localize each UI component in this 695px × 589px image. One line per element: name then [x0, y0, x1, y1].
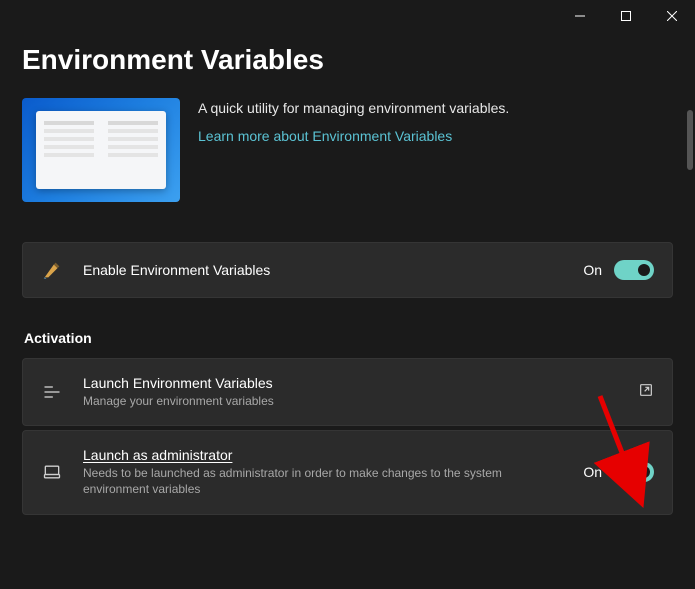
- launch-card[interactable]: Launch Environment Variables Manage your…: [22, 358, 673, 426]
- titlebar: [0, 0, 695, 32]
- close-button[interactable]: [649, 0, 695, 32]
- hero-description: A quick utility for managing environment…: [198, 100, 509, 116]
- admin-icon: [41, 461, 63, 483]
- enable-title: Enable Environment Variables: [83, 262, 563, 278]
- launch-icon: [41, 381, 63, 403]
- enable-toggle[interactable]: [614, 260, 654, 280]
- enable-card: Enable Environment Variables On: [22, 242, 673, 298]
- section-activation-label: Activation: [24, 330, 673, 346]
- maximize-button[interactable]: [603, 0, 649, 32]
- external-link-icon[interactable]: [638, 382, 654, 403]
- admin-state-label: On: [583, 464, 602, 480]
- content-area: Environment Variables A quick utility fo…: [0, 32, 695, 589]
- launch-subtitle: Manage your environment variables: [83, 393, 618, 409]
- env-var-icon: [41, 259, 63, 281]
- launch-title: Launch Environment Variables: [83, 375, 618, 391]
- hero-image: [22, 98, 180, 202]
- admin-subtitle: Needs to be launched as administrator in…: [83, 465, 563, 497]
- scrollbar[interactable]: [687, 110, 693, 170]
- admin-title: Launch as administrator: [83, 447, 563, 463]
- learn-more-link[interactable]: Learn more about Environment Variables: [198, 128, 452, 144]
- page-title: Environment Variables: [22, 44, 673, 76]
- enable-state-label: On: [583, 262, 602, 278]
- admin-toggle[interactable]: [614, 462, 654, 482]
- minimize-button[interactable]: [557, 0, 603, 32]
- hero-section: A quick utility for managing environment…: [22, 98, 673, 202]
- admin-card: Launch as administrator Needs to be laun…: [22, 430, 673, 514]
